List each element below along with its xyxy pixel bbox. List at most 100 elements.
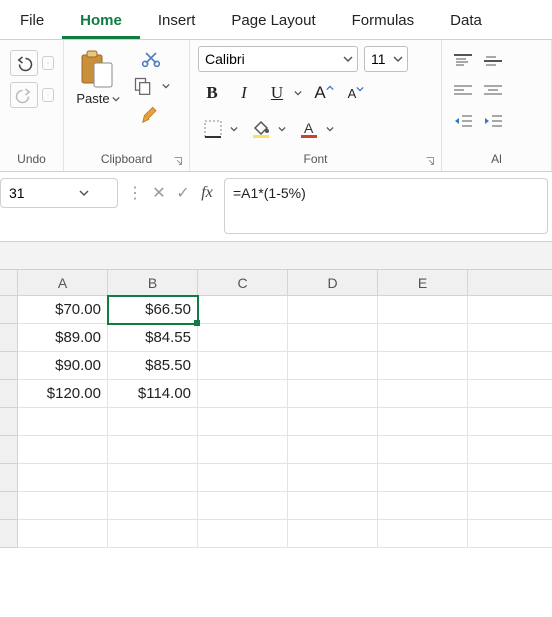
name-box[interactable] (0, 178, 118, 208)
cell-c2[interactable] (198, 324, 288, 352)
borders-button[interactable] (199, 115, 227, 143)
cell-a4[interactable]: $120.00 (18, 380, 108, 408)
font-name-select[interactable] (198, 46, 358, 72)
cell[interactable] (288, 408, 378, 436)
font-launcher[interactable] (423, 154, 437, 168)
cell[interactable] (198, 408, 288, 436)
fill-color-button[interactable] (247, 115, 275, 143)
tab-file[interactable]: File (2, 4, 62, 39)
fx-icon[interactable]: fx (196, 182, 218, 204)
tab-page-layout[interactable]: Page Layout (213, 4, 333, 39)
row-header[interactable] (0, 492, 18, 520)
cell[interactable] (288, 492, 378, 520)
cut-button[interactable] (138, 46, 164, 70)
row-header[interactable] (0, 352, 18, 380)
cancel-formula-button[interactable]: ✕ (148, 182, 170, 204)
italic-button[interactable]: I (230, 79, 258, 107)
cell-f3[interactable] (468, 352, 552, 380)
cell[interactable] (468, 492, 552, 520)
cell-a2[interactable]: $89.00 (18, 324, 108, 352)
copy-button[interactable] (130, 74, 156, 98)
cell-d4[interactable] (288, 380, 378, 408)
cell[interactable] (108, 520, 198, 548)
align-top-button[interactable] (450, 49, 476, 73)
underline-dropdown[interactable] (291, 79, 305, 107)
decrease-indent-button[interactable] (450, 109, 476, 133)
enter-formula-button[interactable]: ✓ (172, 182, 194, 204)
cell-a3[interactable]: $90.00 (18, 352, 108, 380)
cell-e4[interactable] (378, 380, 468, 408)
cell[interactable] (198, 436, 288, 464)
cell[interactable] (18, 464, 108, 492)
cell[interactable] (198, 492, 288, 520)
cell[interactable] (18, 492, 108, 520)
cell-b4[interactable]: $114.00 (108, 380, 198, 408)
cell[interactable] (18, 520, 108, 548)
chevron-down-icon[interactable] (79, 188, 89, 198)
cell[interactable] (198, 464, 288, 492)
cell[interactable] (288, 436, 378, 464)
cell-f1[interactable] (468, 296, 552, 324)
cell[interactable] (468, 436, 552, 464)
tab-formulas[interactable]: Formulas (334, 4, 433, 39)
align-middle-button[interactable] (480, 49, 506, 73)
row-header[interactable] (0, 436, 18, 464)
col-header-c[interactable]: C (198, 270, 288, 296)
font-color-button[interactable]: A (295, 115, 323, 143)
cell[interactable] (108, 408, 198, 436)
cell[interactable] (468, 520, 552, 548)
select-all-corner[interactable] (0, 270, 18, 296)
font-color-dropdown[interactable] (323, 115, 337, 143)
tab-data[interactable]: Data (432, 4, 500, 39)
cell-e3[interactable] (378, 352, 468, 380)
cell[interactable] (18, 436, 108, 464)
cell[interactable] (378, 408, 468, 436)
cell-b3[interactable]: $85.50 (108, 352, 198, 380)
spreadsheet-grid[interactable]: A B C D E $70.00 $66.50 $89.00 $84.55 $9… (0, 270, 552, 548)
cell-d3[interactable] (288, 352, 378, 380)
redo-button[interactable] (10, 82, 38, 108)
cell-d2[interactable] (288, 324, 378, 352)
borders-dropdown[interactable] (227, 115, 241, 143)
cell-e2[interactable] (378, 324, 468, 352)
clipboard-launcher[interactable] (171, 154, 185, 168)
tab-home[interactable]: Home (62, 4, 140, 39)
row-header[interactable] (0, 464, 18, 492)
decrease-font-button[interactable]: A (342, 79, 370, 107)
col-header-e[interactable]: E (378, 270, 468, 296)
undo-dropdown[interactable] (42, 56, 54, 70)
cell-c1[interactable] (198, 296, 288, 324)
bold-button[interactable]: B (198, 79, 226, 107)
cell[interactable] (468, 408, 552, 436)
cell[interactable] (108, 436, 198, 464)
align-center-button[interactable] (480, 79, 506, 103)
cell-b2[interactable]: $84.55 (108, 324, 198, 352)
col-header-f[interactable] (468, 270, 552, 296)
copy-dropdown[interactable] (160, 81, 172, 91)
redo-dropdown[interactable] (42, 88, 54, 102)
cell-e1[interactable] (378, 296, 468, 324)
cell[interactable] (468, 464, 552, 492)
format-painter-button[interactable] (138, 102, 164, 126)
fill-color-dropdown[interactable] (275, 115, 289, 143)
font-size-select[interactable] (364, 46, 408, 72)
cell[interactable] (378, 464, 468, 492)
row-header[interactable] (0, 296, 18, 324)
cell-a1[interactable]: $70.00 (18, 296, 108, 324)
cell[interactable] (108, 492, 198, 520)
row-header[interactable] (0, 380, 18, 408)
cell-f4[interactable] (468, 380, 552, 408)
cell[interactable] (378, 520, 468, 548)
cell-f2[interactable] (468, 324, 552, 352)
col-header-b[interactable]: B (108, 270, 198, 296)
formula-input[interactable]: =A1*(1-5%) (224, 178, 548, 234)
increase-indent-button[interactable] (480, 109, 506, 133)
cell[interactable] (18, 408, 108, 436)
align-left-button[interactable] (450, 79, 476, 103)
cell[interactable] (378, 492, 468, 520)
paste-button[interactable]: Paste (72, 46, 124, 107)
col-header-d[interactable]: D (288, 270, 378, 296)
cell[interactable] (288, 464, 378, 492)
cell-c4[interactable] (198, 380, 288, 408)
name-box-input[interactable] (9, 185, 79, 201)
